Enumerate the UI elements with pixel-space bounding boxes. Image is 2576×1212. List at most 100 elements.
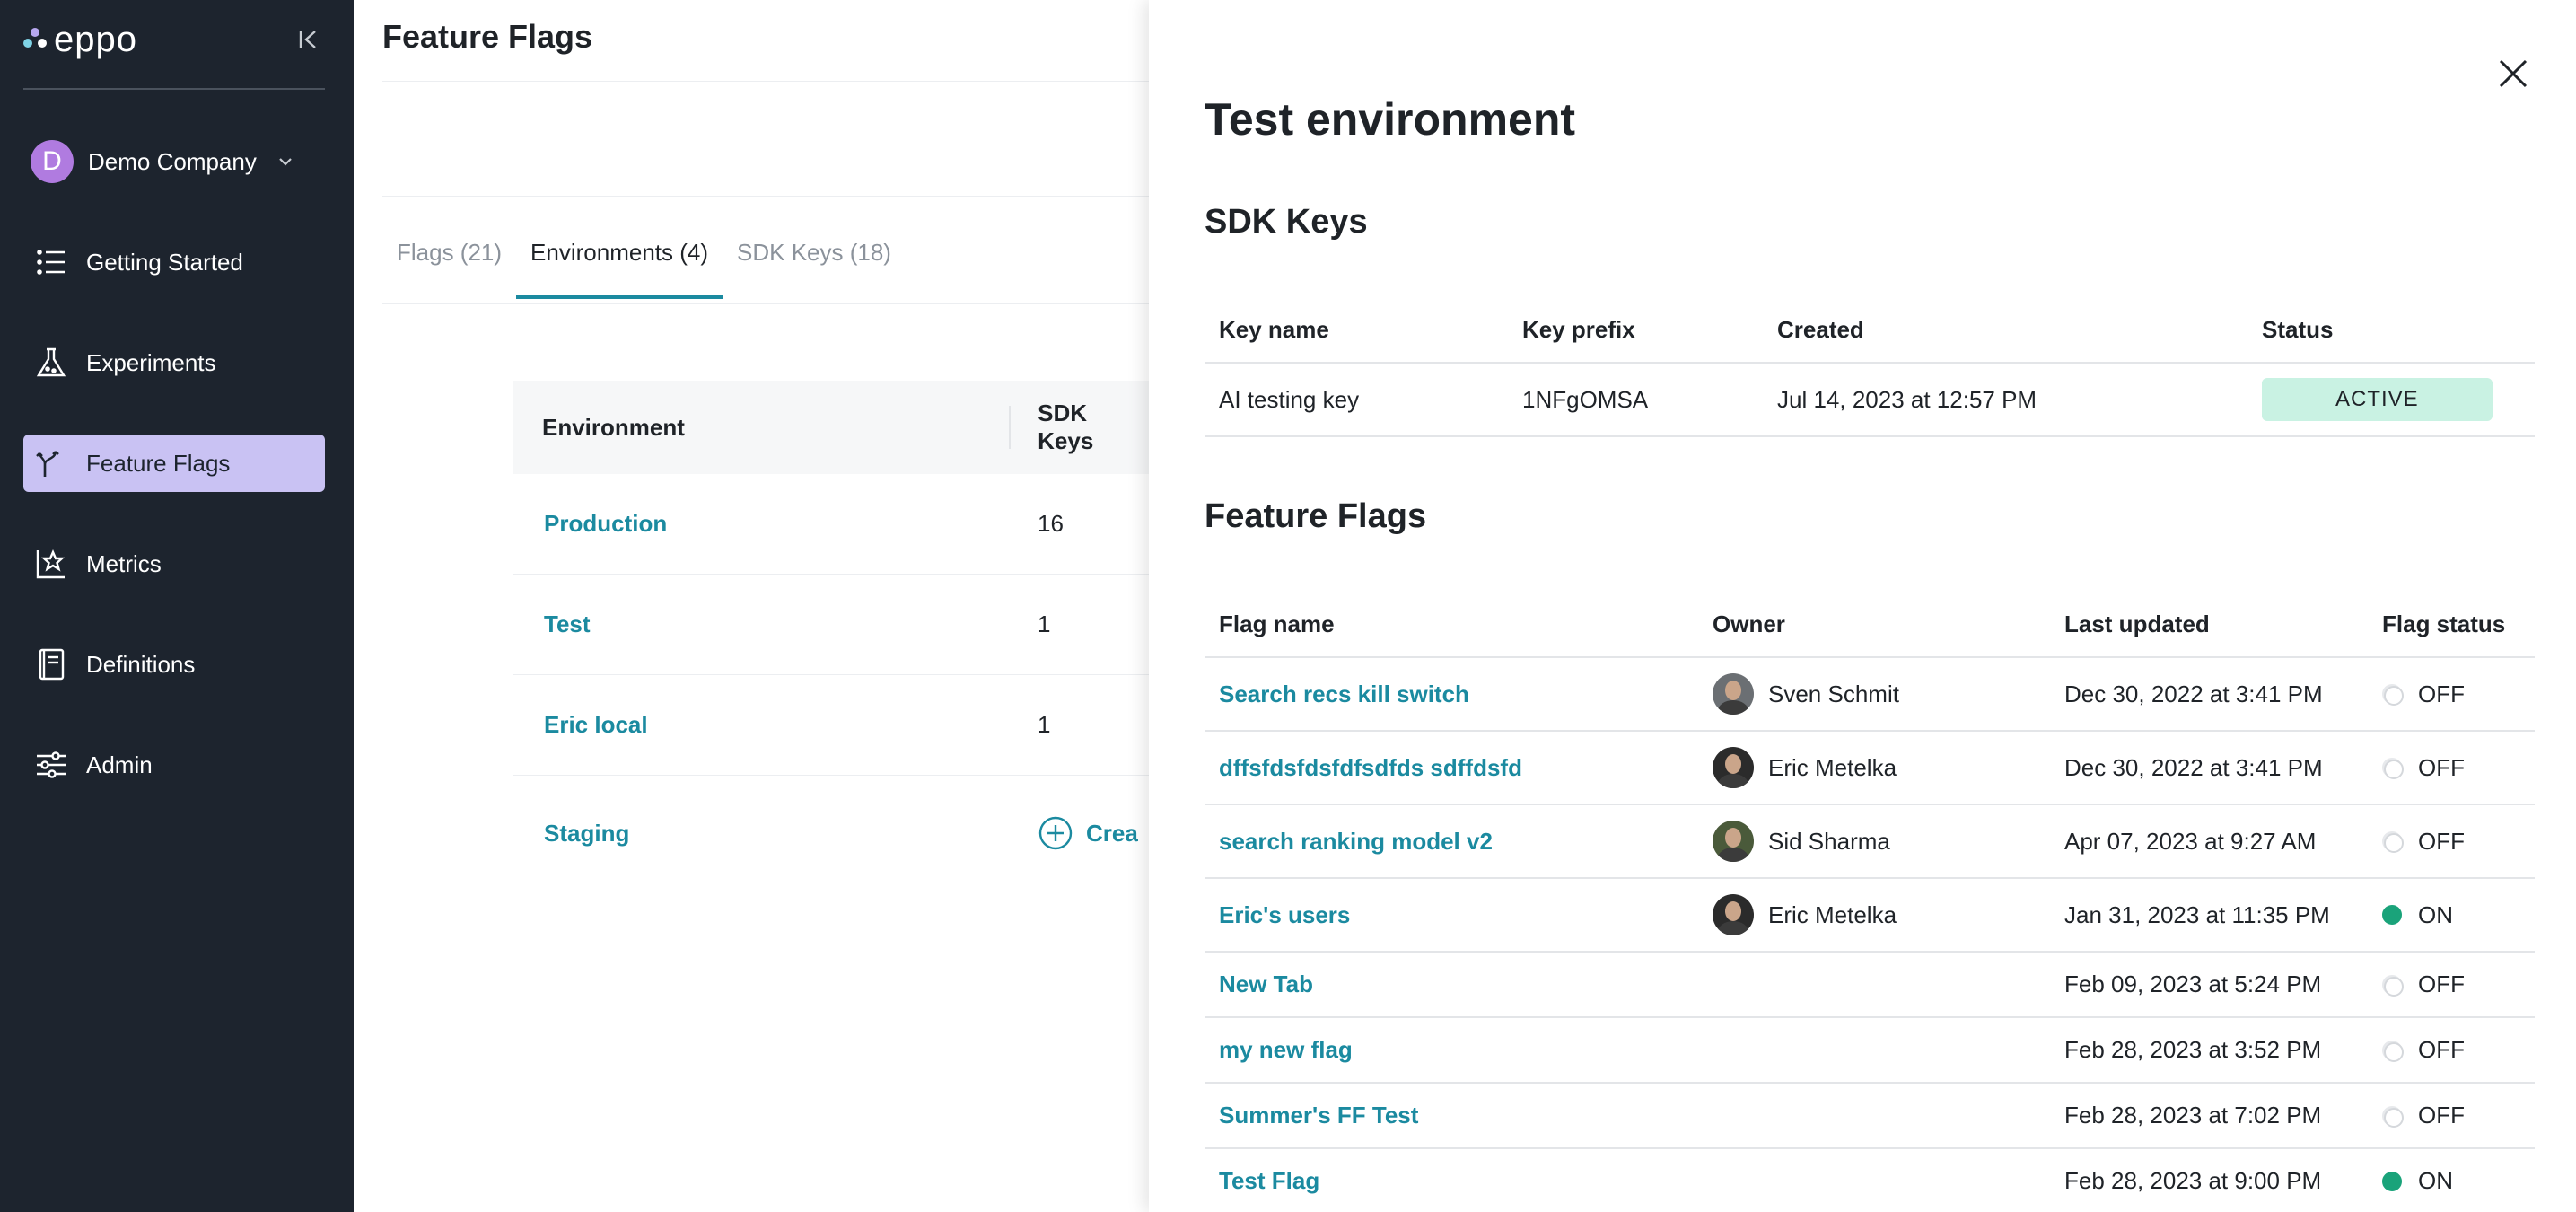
tab-environments[interactable]: Environments (4) [516,224,723,299]
flag-name-cell: Search recs kill switch [1205,681,1698,708]
create-sdk-key-button[interactable]: Crea [1038,815,1138,851]
create-key-cell: Crea [1012,815,1138,851]
environment-link-eric-local[interactable]: Eric local [513,711,1012,739]
sidebar-item-metrics[interactable]: Metrics [23,535,325,593]
flag-status-cell: OFF [2368,1102,2465,1129]
flag-status: OFF [2382,1102,2465,1129]
flag-branch-icon [36,451,59,477]
table-header: Flag name Owner Last updated Flag status [1205,610,2535,658]
close-panel-button[interactable] [2493,54,2533,93]
table-row[interactable]: AI testing key 1NFgOMSA Jul 14, 2023 at … [1205,364,2535,437]
owner-name: Sven Schmit [1768,680,1899,707]
owner-cell: Sid Sharma [1698,821,2050,862]
company-switcher[interactable]: D Demo Company [31,140,294,183]
table-row[interactable]: dffsfdsfdsfdfsdfds sdffdsfd Eric Metelka D… [1205,732,2535,805]
last-updated: Feb 09, 2023 at 5:24 PM [2064,970,2322,997]
table-row[interactable]: Eric's users Eric Metelka Jan 31, 2023 at … [1205,879,2535,953]
divider [382,196,1149,197]
flag-name-cell: Summer's FF Test [1205,1102,1698,1129]
owner-cell: Eric Metelka [1698,747,2050,788]
flag-status: OFF [2382,754,2465,782]
table-row[interactable]: Test Flag Feb 28, 2023 at 9:00 PM ON [1205,1149,2535,1212]
table-row[interactable]: Eric local 1 [513,675,1149,776]
status-off-icon [2382,974,2404,997]
last-updated: Feb 28, 2023 at 3:52 PM [2064,1036,2322,1063]
feature-flags-table: Flag name Owner Last updated Flag status… [1205,610,2535,1212]
table-row[interactable]: Production 16 [513,474,1149,575]
last-updated: Dec 30, 2022 at 3:41 PM [2064,753,2323,781]
flag-status-cell: OFF [2368,754,2465,782]
flag-status-label: OFF [2418,1102,2465,1129]
sidebar-item-label: Metrics [86,549,162,577]
owner-name: Sid Sharma [1768,827,1890,855]
sidebar-item-label: Getting Started [86,248,243,276]
company-avatar: D [31,140,74,183]
last-updated: Feb 28, 2023 at 7:02 PM [2064,1102,2322,1129]
last-updated: Apr 07, 2023 at 9:27 AM [2064,827,2317,855]
flag-status-cell: OFF [2368,828,2465,856]
avatar [1713,747,1754,788]
environment-link-test[interactable]: Test [513,610,1012,638]
eppo-logo[interactable]: eppo [23,20,137,59]
flag-link[interactable]: New Tab [1219,970,1313,997]
flag-link[interactable]: Test Flag [1219,1167,1319,1194]
panel-title: Test environment [1205,94,1576,145]
status-off-icon [2382,831,2404,853]
flag-status-label: ON [2418,1167,2453,1194]
flag-name-cell: search ranking model v2 [1205,828,1698,856]
sidebar-item-label: Definitions [86,650,196,678]
column-header-last-updated: Last updated [2064,610,2210,637]
status-badge: ACTIVE [2262,378,2493,421]
sidebar-item-experiments[interactable]: Experiments [23,334,325,391]
status-off-icon [2382,684,2404,706]
flag-status: ON [2382,901,2453,929]
status-off-icon [2382,758,2404,779]
sidebar-item-definitions[interactable]: Definitions [23,636,325,693]
table-row[interactable]: Staging Crea [513,776,1149,891]
table-row[interactable]: Test 1 [513,575,1149,675]
flag-link[interactable]: search ranking model v2 [1219,828,1493,855]
owner: Eric Metelka [1713,747,2050,788]
owner: Sven Schmit [1713,673,2050,715]
collapse-sidebar-icon[interactable] [294,25,323,54]
logo-mark-icon [23,28,47,51]
avatar [1713,673,1754,715]
sidebar-divider [23,88,325,90]
sidebar-nav: Getting Started Experiments Feature Flag… [23,233,325,837]
flag-status-label: OFF [2418,680,2465,707]
flag-link[interactable]: dffsfdsfdsfdfsdfds sdffdsfd [1219,754,1522,781]
column-header-status: Status [2262,316,2334,343]
status-on-icon [2382,1171,2402,1191]
tab-sdk-keys[interactable]: SDK Keys (18) [723,224,906,299]
sdk-key-count: 1 [1038,610,1051,637]
sdk-key-count: 16 [1038,510,1064,537]
environment-link-production[interactable]: Production [513,510,1012,538]
table-row[interactable]: search ranking model v2 Sid Sharma Apr 07,… [1205,805,2535,879]
table-row[interactable]: Search recs kill switch Sven Schmit Dec 30… [1205,658,2535,732]
tab-flags[interactable]: Flags (21) [382,224,516,299]
list-icon [37,250,65,275]
sidebar-item-admin[interactable]: Admin [23,736,325,794]
flag-link[interactable]: my new flag [1219,1036,1353,1063]
main-content: Feature Flags Flags (21) Environments (4… [354,0,1149,1212]
sidebar-item-getting-started[interactable]: Getting Started [23,233,325,291]
table-row[interactable]: New Tab Feb 09, 2023 at 5:24 PM OFF [1205,953,2535,1018]
column-header-environment[interactable]: Environment [513,406,1012,449]
table-header: Environment SDK Keys [513,381,1149,474]
column-header-flag-name: Flag name [1219,610,1335,637]
column-header-sdk-keys[interactable]: SDK Keys [1011,400,1149,455]
owner: Sid Sharma [1713,821,2050,862]
flag-link[interactable]: Summer's FF Test [1219,1102,1418,1129]
flag-link[interactable]: Search recs kill switch [1219,681,1469,707]
sidebar-item-feature-flags[interactable]: Feature Flags [23,435,325,492]
flag-link[interactable]: Eric's users [1219,901,1350,928]
flag-name-cell: my new flag [1205,1036,1698,1064]
chart-star-icon [36,549,66,579]
sidebar-item-label: Experiments [86,348,216,376]
environment-link-staging[interactable]: Staging [513,820,1012,848]
feature-flags-section-title: Feature Flags [1205,497,1427,535]
environments-table: Environment SDK Keys Production 16 Test … [513,381,1149,891]
table-row[interactable]: my new flag Feb 28, 2023 at 3:52 PM OFF [1205,1018,2535,1084]
status-cell: ACTIVE [2247,378,2493,421]
table-row[interactable]: Summer's FF Test Feb 28, 2023 at 7:02 PM O… [1205,1084,2535,1149]
